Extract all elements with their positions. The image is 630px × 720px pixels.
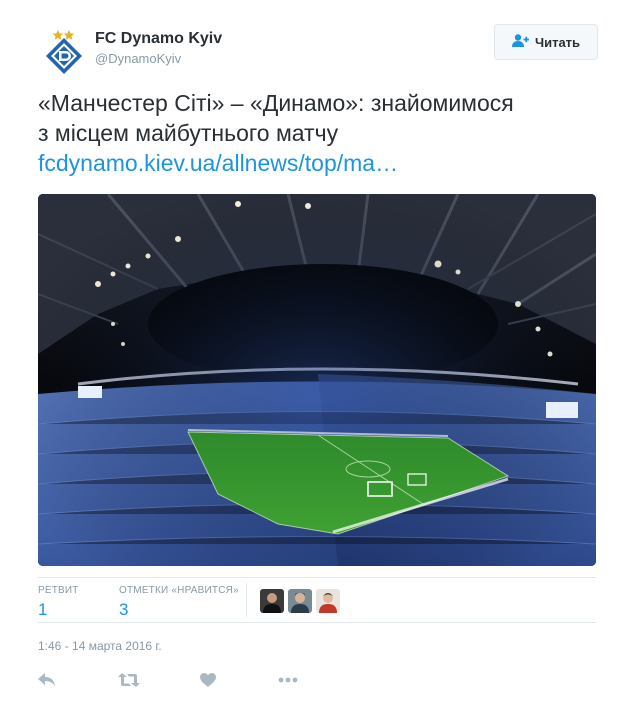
avatar[interactable] — [260, 589, 284, 613]
follow-button[interactable]: Читать — [494, 24, 598, 60]
like-icon[interactable] — [196, 668, 220, 692]
dynamo-kyiv-crest-icon[interactable] — [42, 24, 86, 76]
stats-divider — [246, 583, 247, 617]
account-full-name[interactable]: FC Dynamo Kyiv — [95, 29, 222, 49]
more-icon[interactable] — [276, 668, 300, 692]
follow-button-label: Читать — [534, 34, 581, 50]
likes-stat-value: 3 — [119, 600, 129, 619]
avatar[interactable] — [316, 589, 340, 613]
stadium-photo[interactable] — [38, 194, 596, 566]
add-user-icon — [511, 34, 529, 50]
likes-stat-label: ОТМЕТКИ «НРАВИТСЯ» — [119, 585, 239, 596]
tweet-link[interactable]: fcdynamo.kiev.ua/allnews/top/ma… — [38, 148, 598, 178]
tweet-header: FC Dynamo Kyiv @DynamoKyiv Читать — [38, 20, 598, 76]
liker-avatars — [260, 589, 340, 613]
account-screen-name[interactable]: @DynamoKyiv — [95, 50, 222, 68]
avatar[interactable] — [288, 589, 312, 613]
tweet-stats: РЕТВИТ 1 ОТМЕТКИ «НРАВИТСЯ» 3 — [38, 577, 596, 623]
likes-stat[interactable]: ОТМЕТКИ «НРАВИТСЯ» 3 — [119, 585, 239, 621]
account-names[interactable]: FC Dynamo Kyiv @DynamoKyiv — [95, 29, 222, 68]
retweet-stat-value: 1 — [38, 600, 48, 619]
tweet-text: «Манчестер Сіті» – «Динамо»: знайомимося… — [38, 88, 598, 178]
retweet-icon[interactable] — [117, 668, 141, 692]
tweet-text-line-1: «Манчестер Сіті» – «Динамо»: знайомимося — [38, 90, 514, 116]
retweet-stat-label: РЕТВИТ — [38, 585, 79, 596]
retweet-stat[interactable]: РЕТВИТ 1 — [38, 585, 79, 621]
tweet-text-line-2: з місцем майбутнього матчу — [38, 120, 339, 146]
reply-icon[interactable] — [35, 668, 59, 692]
tweet-timestamp[interactable]: 1:46 - 14 марта 2016 г. — [38, 639, 162, 653]
